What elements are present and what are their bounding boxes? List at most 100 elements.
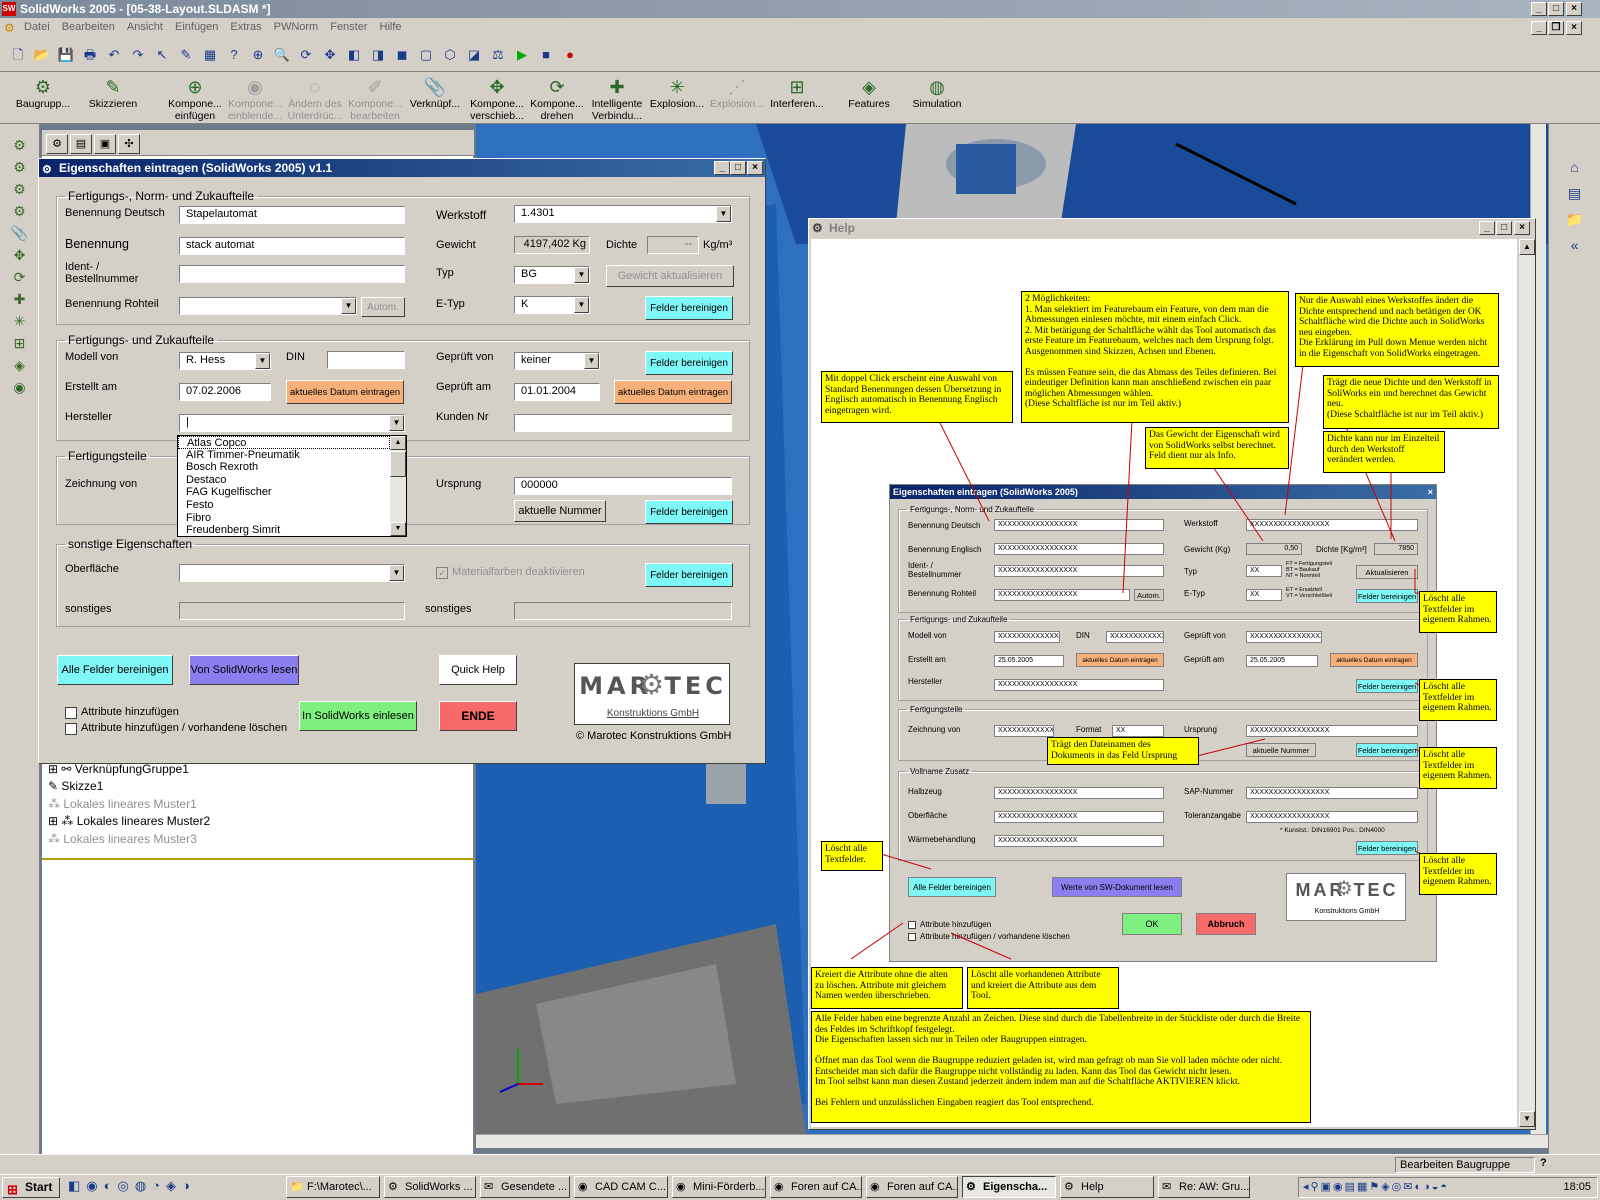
mate-icon[interactable]: 📎 <box>0 222 39 244</box>
save-icon[interactable]: 💾 <box>55 44 77 66</box>
taskbar-button[interactable]: ◉ CAD CAM C... <box>574 1176 668 1198</box>
stop-macro-icon[interactable]: ■ <box>535 44 557 66</box>
cmd-show-component-button[interactable]: ◉ Kompone... einblende... <box>226 76 284 122</box>
menu-item[interactable]: Fenster <box>330 21 367 33</box>
cmd-features-button[interactable]: ◈ Features <box>840 76 898 110</box>
benennung-deutsch-field[interactable]: Stapelautomat <box>179 206 405 224</box>
tool-icon[interactable]: ⚙ <box>0 134 39 156</box>
zoom-area-icon[interactable]: 🔍 <box>271 44 293 66</box>
hersteller-dropdown-list[interactable]: Atlas Copco AIR Timmer-Pneumatik Bosch Rex… <box>177 435 407 537</box>
chevron-down-icon[interactable]: ▼ <box>255 353 270 369</box>
wireframe-icon[interactable]: ▢ <box>415 44 437 66</box>
oberflaeche-select[interactable]: ▼ <box>179 564 405 582</box>
cmd-explode-line-button[interactable]: ⋰ Explosion... <box>708 76 766 110</box>
new-icon[interactable]: 🗋 <box>7 44 29 66</box>
redo-icon[interactable]: ↷ <box>127 44 149 66</box>
open-icon[interactable]: 📂 <box>31 44 53 66</box>
run-macro-icon[interactable]: ▶ <box>511 44 533 66</box>
hersteller-option[interactable]: Freudenberg Simrit <box>178 524 390 536</box>
doc-close-button[interactable]: × <box>1566 21 1582 35</box>
scroll-up-icon[interactable]: ▲ <box>390 436 406 450</box>
taskbar-button[interactable]: ✉ Re: AW: Gru... <box>1158 1176 1250 1198</box>
horizontal-scrollbar[interactable] <box>476 1134 1548 1148</box>
chevron-down-icon[interactable]: ▼ <box>574 297 589 313</box>
ident-field[interactable] <box>179 265 405 283</box>
doc-restore-button[interactable]: ❐ <box>1548 21 1564 35</box>
tree-item[interactable]: ✎ Skizze1 <box>48 779 103 793</box>
print-icon[interactable]: 🖶 <box>79 44 101 66</box>
menu-item[interactable]: PWNorm <box>274 21 319 33</box>
felder-bereinigen-button-3[interactable]: Felder bereinigen <box>645 500 733 524</box>
shaded-icon[interactable]: ◼ <box>391 44 413 66</box>
alle-felder-bereinigen-button[interactable]: Alle Felder bereinigen <box>57 655 173 685</box>
cmd-simulation-button[interactable]: ◍ Simulation <box>908 76 966 110</box>
iso-view-icon[interactable]: ⬡ <box>439 44 461 66</box>
felder-bereinigen-button-1[interactable]: Felder bereinigen <box>645 296 733 320</box>
move-icon[interactable]: ✥ <box>0 244 39 266</box>
benennung-field[interactable]: stack automat <box>179 237 405 255</box>
zoom-fit-icon[interactable]: ⊕ <box>247 44 269 66</box>
quick-help-button[interactable]: Quick Help <box>439 655 517 685</box>
taskbar-button[interactable]: ◉ Foren auf CA... <box>866 1176 958 1198</box>
cmd-move-component-button[interactable]: ✥ Kompone... verschieb... <box>468 76 526 122</box>
tab-property[interactable]: ▤ <box>70 134 92 154</box>
scroll-down-icon[interactable]: ▼ <box>390 522 406 536</box>
dialog-maximize-button[interactable]: □ <box>730 161 746 175</box>
hersteller-select[interactable]: | ▼ <box>179 414 405 432</box>
collapse-icon[interactable]: « <box>1549 232 1600 258</box>
tree-item[interactable]: ⊞ ⁂ Lokales lineares Muster2 <box>48 814 210 828</box>
attr-add-checkbox[interactable] <box>65 707 77 719</box>
rotate-view-icon[interactable]: ⟳ <box>295 44 317 66</box>
chevron-down-icon[interactable]: ▼ <box>574 267 589 283</box>
taskbar-button[interactable]: ⚙ SolidWorks ... <box>384 1176 476 1198</box>
felder-bereinigen-button-2[interactable]: Felder bereinigen <box>645 351 733 375</box>
tool-icon[interactable]: ⚙ <box>0 200 39 222</box>
din-field[interactable] <box>327 351 405 369</box>
maximize-button[interactable]: □ <box>1548 2 1564 16</box>
attr-replace-checkbox[interactable] <box>65 723 77 735</box>
cmd-suppress-button[interactable]: ◌ Ändern des Unterdrüc... <box>286 76 344 122</box>
grid-icon[interactable]: ▦ <box>199 44 221 66</box>
taskbar-button[interactable]: ◉ Mini-Förderb... <box>672 1176 766 1198</box>
view-top-icon[interactable]: ◨ <box>367 44 389 66</box>
aktuelle-nummer-button[interactable]: aktuelle Nummer <box>514 500 606 522</box>
menu-item[interactable]: Hilfe <box>380 21 402 33</box>
taskbar-button[interactable]: ✉ Gesendete ... <box>480 1176 570 1198</box>
interference-icon[interactable]: ⊞ <box>0 332 39 354</box>
help-icon[interactable]: ? <box>1540 1157 1547 1169</box>
hersteller-option[interactable]: Festo <box>178 499 390 512</box>
chevron-down-icon[interactable]: ▼ <box>716 206 731 222</box>
section-icon[interactable]: ◪ <box>463 44 485 66</box>
rotate-icon[interactable]: ⟳ <box>0 266 39 288</box>
close-button[interactable]: × <box>1566 2 1582 16</box>
modell-select[interactable]: R. Hess ▼ <box>179 352 271 370</box>
tool-icon[interactable]: ⚙ <box>0 178 39 200</box>
tab-feature-tree[interactable]: ⚙ <box>46 134 68 154</box>
cmd-explode-button[interactable]: ✳ Explosion... <box>648 76 706 110</box>
minimize-button[interactable]: _ <box>1531 2 1547 16</box>
werkstoff-select[interactable]: 1.4301 ▼ <box>514 205 732 223</box>
menu-item[interactable]: Extras <box>230 21 261 33</box>
dialog-minimize-button[interactable]: _ <box>714 161 730 175</box>
taskbar-button[interactable]: ◉ Foren auf CA... <box>770 1176 862 1198</box>
cmd-interference-button[interactable]: ⊞ Interferen... <box>768 76 826 110</box>
chevron-down-icon[interactable]: ▼ <box>389 415 404 431</box>
taskbar-button[interactable]: ⚙ Eigenscha... <box>962 1176 1056 1198</box>
tree-item[interactable]: ⁂ Lokales lineares Muster1 <box>48 797 197 811</box>
datum-eintragen-button-2[interactable]: aktuelles Datum eintragen <box>614 380 732 404</box>
tab-config[interactable]: ▣ <box>94 134 116 154</box>
material-checkbox[interactable]: ✓ <box>436 567 448 579</box>
chevron-down-icon[interactable]: ▼ <box>584 353 599 369</box>
help-maximize-button[interactable]: □ <box>1496 221 1512 235</box>
in-solidworks-einlesen-button[interactable]: In SolidWorks einlesen <box>299 701 417 731</box>
tool-icon[interactable]: ⚙ <box>0 156 39 178</box>
gewicht-aktualisieren-button[interactable]: Gewicht aktualisieren <box>606 265 734 287</box>
etyp-select[interactable]: K ▼ <box>514 296 590 314</box>
von-solidworks-lesen-button[interactable]: Von SolidWorks lesen <box>189 655 299 685</box>
start-button[interactable]: ⊞ Start <box>2 1177 60 1198</box>
cmd-sketch-button[interactable]: ✎ Skizzieren <box>84 76 142 110</box>
view-front-icon[interactable]: ◧ <box>343 44 365 66</box>
cmd-insert-component-button[interactable]: ⊕ Kompone... einfügen <box>166 76 224 122</box>
features-icon[interactable]: ◈ <box>0 354 39 376</box>
rollback-bar[interactable] <box>42 858 474 860</box>
